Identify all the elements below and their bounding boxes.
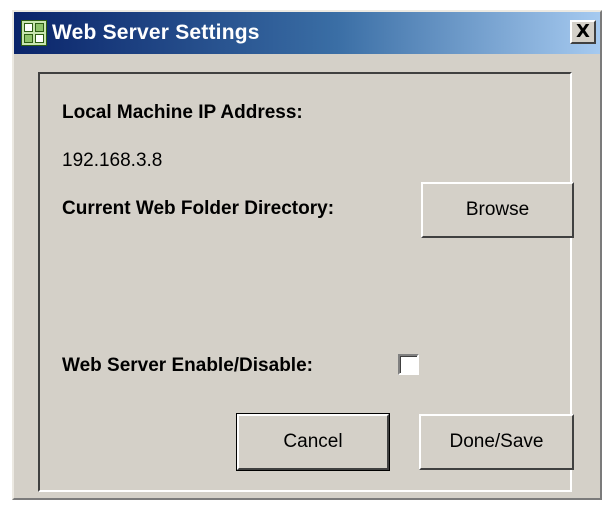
ip-address-value: 192.168.3.8 <box>62 150 163 171</box>
settings-dialog: Web Server Settings X Local Machine IP A… <box>12 10 602 500</box>
browse-button[interactable]: Browse <box>421 182 574 238</box>
title-bar[interactable]: Web Server Settings X <box>14 12 600 54</box>
close-button[interactable]: X <box>570 20 596 44</box>
close-icon: X <box>576 21 590 42</box>
web-server-enable-label: Web Server Enable/Disable: <box>62 355 313 376</box>
settings-group: Local Machine IP Address: 192.168.3.8 Cu… <box>38 72 574 492</box>
done-save-button[interactable]: Done/Save <box>419 414 574 470</box>
cancel-button[interactable]: Cancel <box>236 413 390 471</box>
web-folder-label: Current Web Folder Directory: <box>62 198 335 219</box>
window-title: Web Server Settings <box>52 21 260 44</box>
ip-address-label: Local Machine IP Address: <box>62 102 303 123</box>
web-server-enable-checkbox[interactable] <box>398 354 419 375</box>
settings-grid-icon <box>21 20 47 46</box>
